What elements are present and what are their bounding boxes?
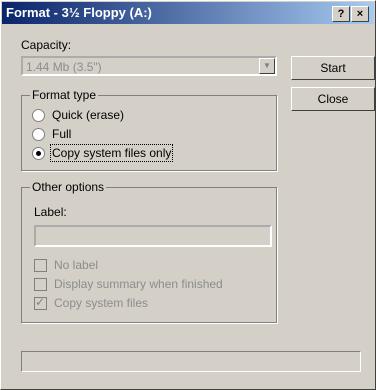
dropdown-arrow-icon[interactable]: ▼: [259, 58, 275, 74]
capacity-label: Capacity:: [21, 38, 72, 52]
format-type-legend: Format type: [30, 88, 99, 102]
close-window-button[interactable]: ×: [351, 6, 369, 22]
radio-full[interactable]: [32, 128, 45, 141]
checkbox-no-label-label: No label: [54, 258, 99, 272]
checkbox-copy-system-files[interactable]: [34, 295, 47, 310]
close-button[interactable]: Close: [291, 87, 375, 111]
checkbox-no-label[interactable]: [34, 259, 47, 272]
format-dialog: Format - 3½ Floppy (A:) ? × Capacity: 1.…: [0, 0, 376, 390]
format-type-group: Format type Quick (erase) Full Copy syst…: [21, 88, 277, 171]
radio-copy-system-files-only-label: Copy system files only: [49, 144, 174, 162]
capacity-value: 1.44 Mb (3.5"): [26, 60, 102, 74]
close-label: Close: [317, 92, 349, 106]
label-input[interactable]: [34, 225, 272, 247]
label-field-label: Label:: [34, 205, 67, 219]
radio-copy-system-files-only[interactable]: [32, 147, 45, 160]
window-title: Format - 3½ Floppy (A:): [6, 5, 152, 20]
other-options-legend: Other options: [30, 180, 107, 194]
progress-bar: [21, 351, 361, 372]
checkbox-copy-system-files-label: Copy system files: [54, 296, 149, 310]
start-button[interactable]: Start: [291, 56, 375, 80]
help-icon: ?: [337, 8, 345, 20]
help-button[interactable]: ?: [332, 6, 350, 22]
close-icon: ×: [356, 8, 364, 20]
checkbox-display-summary-label: Display summary when finished: [54, 277, 223, 291]
title-bar: Format - 3½ Floppy (A:) ? ×: [2, 2, 374, 24]
capacity-dropdown[interactable]: 1.44 Mb (3.5") ▼: [21, 56, 277, 76]
radio-full-label: Full: [52, 127, 72, 141]
radio-quick-erase[interactable]: [32, 109, 45, 122]
checkbox-display-summary[interactable]: [34, 278, 47, 291]
radio-quick-erase-label: Quick (erase): [52, 108, 125, 122]
other-options-group: Other options Label: No label Display su…: [21, 180, 277, 323]
start-label: Start: [320, 61, 346, 75]
